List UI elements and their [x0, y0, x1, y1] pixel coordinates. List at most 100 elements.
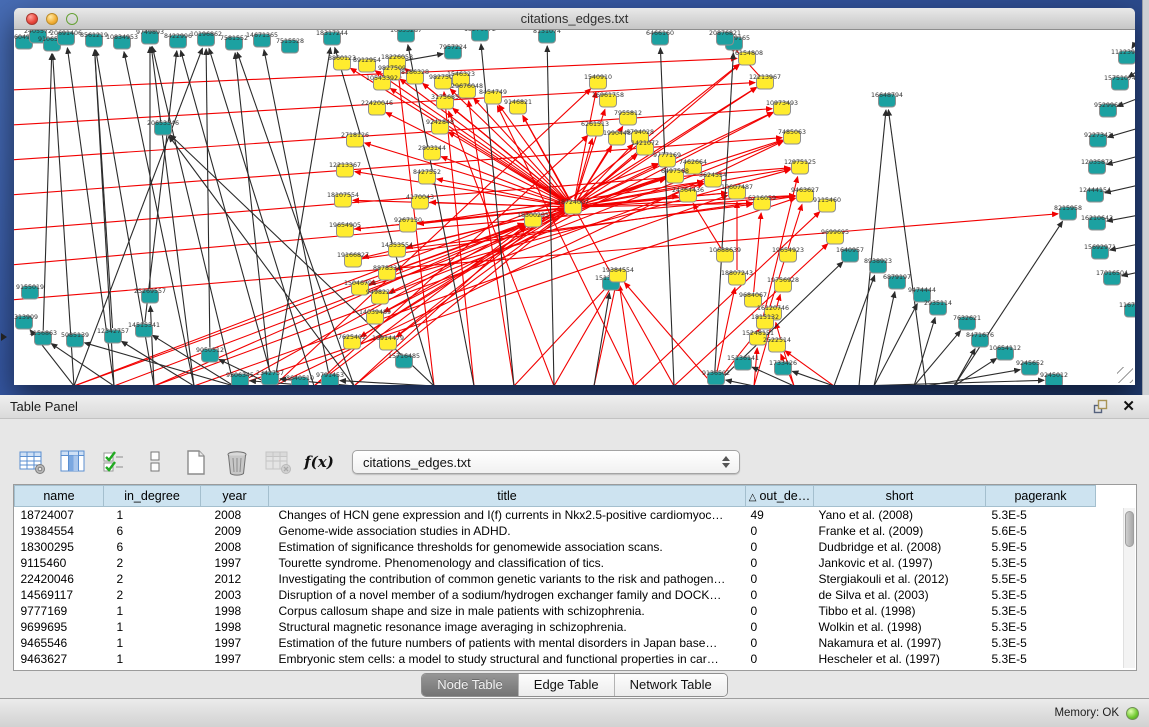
table-options-button[interactable] [18, 448, 46, 476]
graph-edge[interactable] [625, 283, 715, 385]
table-row[interactable]: 977716911998Corpus callosum shape and si… [15, 603, 1096, 619]
graph-edge[interactable] [154, 184, 704, 386]
graph-node[interactable]: 9529966 [1094, 102, 1122, 117]
graph-node[interactable]: 1156863 [29, 330, 57, 345]
column-header-in_degree[interactable]: in_degree [104, 486, 201, 507]
graph-edge[interactable] [792, 371, 834, 385]
graph-node[interactable]: 10653287 [390, 30, 422, 42]
graph-node[interactable]: 8131074 [533, 30, 561, 43]
graph-edge[interactable] [237, 52, 354, 385]
graph-node[interactable]: 19166827 [337, 252, 369, 267]
graph-node[interactable]: 8640510 [286, 375, 314, 385]
graph-node[interactable]: 9115460 [813, 197, 841, 212]
graph-node[interactable]: 8938923 [864, 258, 892, 273]
graph-node[interactable]: 12975125 [784, 159, 816, 174]
column-header-title[interactable]: title [269, 486, 746, 507]
graph-node[interactable]: 16210643 [1081, 215, 1113, 230]
graph-node[interactable]: 15751074 [1104, 75, 1135, 90]
graph-edge[interactable] [340, 381, 434, 385]
table-row[interactable]: 1830029562008Estimation of significance … [15, 539, 1096, 555]
table-row[interactable]: 1456911722003Disruption of a novel membe… [15, 587, 1096, 603]
graph-node[interactable]: 6879197 [883, 274, 911, 289]
graph-node[interactable]: 10834953 [106, 34, 138, 49]
graph-edge[interactable] [234, 225, 524, 385]
graph-edge[interactable] [888, 110, 926, 385]
column-header-name[interactable]: name [15, 486, 104, 507]
graph-edge[interactable] [1132, 36, 1135, 48]
graph-edge[interactable] [359, 87, 757, 337]
graph-node[interactable]: 16914479 [372, 335, 404, 350]
graph-edge[interactable] [124, 52, 194, 385]
window-titlebar[interactable]: citations_edges.txt [14, 8, 1135, 30]
graph-edge[interactable] [954, 358, 997, 385]
graph-node[interactable]: 8912954 [353, 57, 381, 72]
graph-node[interactable]: 9699695 [821, 229, 849, 244]
tab-edge-table[interactable]: Edge Table [518, 674, 614, 696]
graph-node[interactable]: 3313909 [14, 314, 38, 329]
graph-node[interactable]: 7957224 [439, 44, 467, 59]
select-mode-button[interactable] [100, 448, 128, 476]
graph-node[interactable]: 17016504 [1096, 270, 1128, 285]
graph-node[interactable]: 18317244 [316, 30, 348, 45]
graph-edge[interactable] [353, 200, 565, 207]
show-columns-button[interactable] [59, 448, 87, 476]
network-canvas[interactable]: 8604917240557291065152069140685612191083… [14, 30, 1135, 385]
graph-edge[interactable] [206, 49, 210, 347]
graph-node[interactable]: 20653346 [147, 120, 179, 135]
column-header-out_de[interactable]: △out_de… [746, 486, 814, 507]
graph-node[interactable]: 9498222 [366, 289, 394, 304]
graph-node[interactable]: 15692971 [1084, 244, 1116, 259]
graph-node[interactable]: 16961758 [592, 92, 624, 107]
resize-grip-icon[interactable] [1117, 367, 1133, 383]
graph-node[interactable]: 18807243 [721, 270, 753, 285]
graph-node[interactable]: 19756928 [767, 277, 799, 292]
graph-edge[interactable] [594, 285, 616, 385]
graph-node[interactable]: 15716485 [388, 353, 420, 368]
graph-node[interactable]: 2803144 [418, 145, 446, 160]
graph-edge[interactable] [776, 323, 794, 385]
graph-node[interactable]: 22420046 [361, 100, 393, 115]
graph-node[interactable]: 1540910 [584, 74, 612, 89]
graph-node[interactable]: 12342757 [97, 328, 129, 343]
graph-node[interactable]: 14039489 [359, 309, 391, 324]
graph-node[interactable]: 16154808 [731, 50, 763, 65]
graph-node[interactable]: 8860123 [328, 55, 356, 70]
graph-node[interactable]: 1640957 [836, 247, 864, 262]
graph-node[interactable]: 6466160 [646, 30, 674, 45]
graph-node[interactable]: 13276072 [464, 30, 496, 41]
graph-edge[interactable] [74, 164, 658, 385]
graph-edge[interactable] [874, 304, 917, 385]
graph-node[interactable]: 7625402 [338, 334, 366, 349]
graph-node[interactable]: 7632621 [953, 315, 981, 330]
column-header-year[interactable]: year [201, 486, 269, 507]
graph-node[interactable]: 10196862 [190, 31, 222, 46]
graph-node[interactable]: 3175685 [431, 94, 459, 109]
graph-node[interactable]: 16648794 [871, 92, 903, 107]
graph-edge[interactable] [914, 331, 961, 385]
graph-edge[interactable] [122, 341, 195, 385]
graph-edge[interactable] [859, 380, 1044, 385]
graph-edge[interactable] [726, 380, 754, 385]
graph-node[interactable]: 1733426 [769, 360, 797, 375]
graph-node[interactable]: 9227343 [1084, 132, 1112, 147]
tab-node-table[interactable]: Node Table [422, 674, 518, 696]
graph-edge[interactable] [834, 275, 875, 385]
close-panel-icon[interactable]: ✕ [1122, 399, 1135, 414]
node-table-scrollpane[interactable]: namein_degreeyeartitle△out_de…shortpager… [13, 484, 1137, 671]
graph-node[interactable]: 10688639 [709, 247, 741, 262]
graph-node[interactable]: 1167533 [1119, 302, 1135, 317]
desktop-scroll-strip[interactable] [1142, 0, 1149, 395]
graph-edge[interactable] [874, 292, 895, 385]
graph-node[interactable]: 7581552 [220, 35, 248, 50]
graph-node[interactable]: 8186328 [401, 69, 429, 84]
delete-rows-button[interactable] [223, 448, 251, 476]
collapse-panel-arrow-icon[interactable] [1, 333, 7, 341]
graph-node[interactable]: 2522514 [763, 337, 791, 352]
graph-node[interactable]: 11123960 [1111, 49, 1135, 64]
table-row[interactable]: 946554611997Estimation of the future num… [15, 635, 1096, 651]
graph-node[interactable]: 9155019 [16, 284, 44, 299]
graph-node[interactable]: 9245012 [1040, 372, 1068, 385]
new-table-button[interactable] [182, 448, 210, 476]
column-header-short[interactable]: short [814, 486, 986, 507]
graph-node[interactable]: 9146821 [504, 99, 532, 114]
